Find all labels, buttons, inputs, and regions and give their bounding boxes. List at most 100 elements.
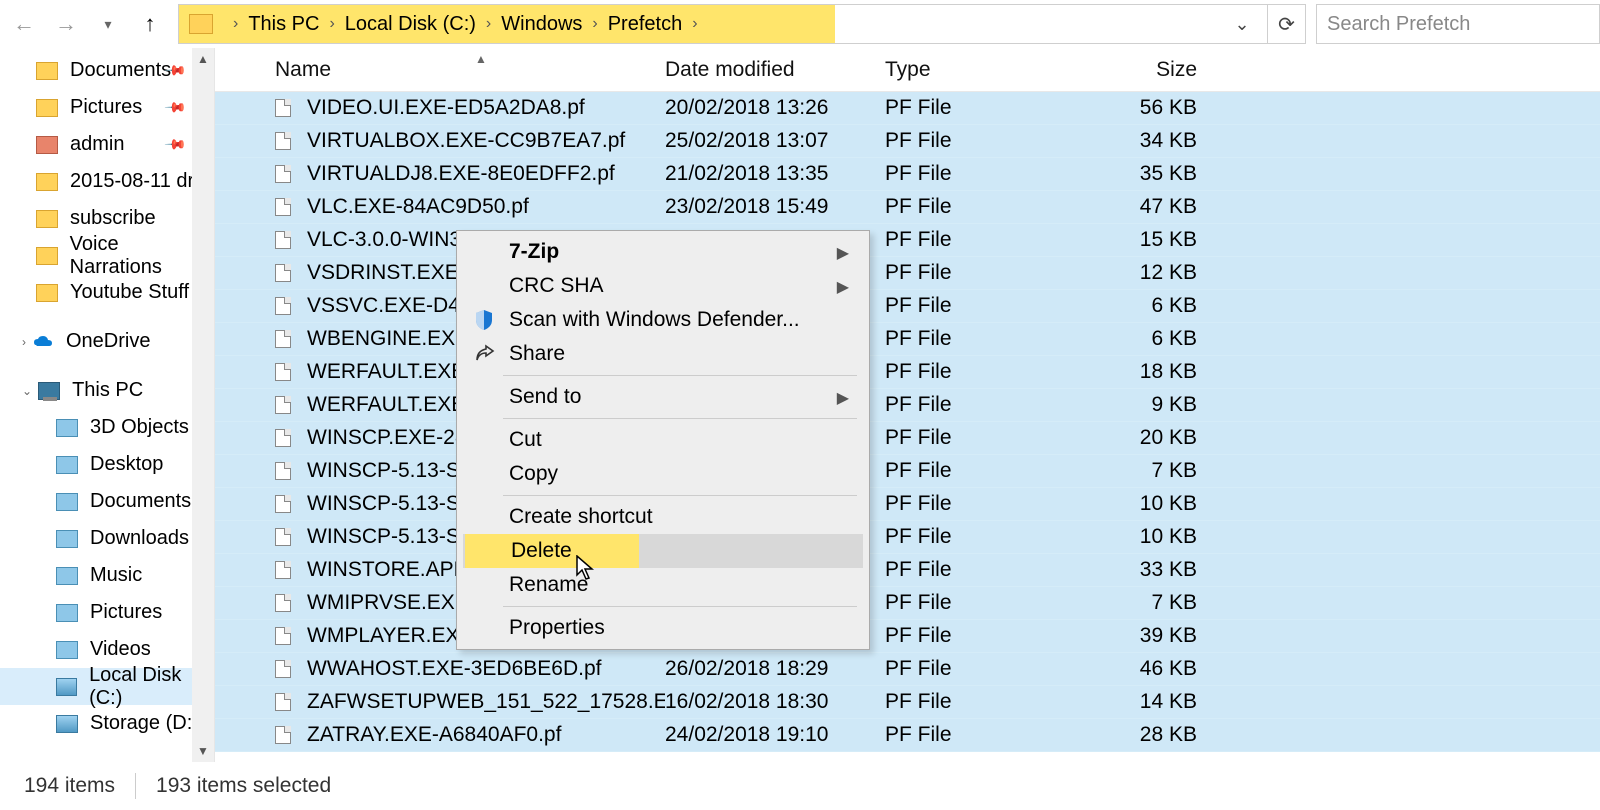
sidebar-onedrive[interactable]: ›OneDrive [0, 323, 214, 360]
column-name[interactable]: Name ▲ [215, 58, 665, 82]
sidebar-item-music[interactable]: Music [0, 557, 214, 594]
folder-icon [36, 247, 58, 265]
file-icon [275, 660, 291, 678]
file-name: VIRTUALDJ8.EXE-8E0EDFF2.pf [307, 162, 615, 186]
sort-indicator-icon: ▲ [475, 52, 487, 66]
scroll-up-icon[interactable]: ▲ [197, 48, 209, 70]
sidebar-item-3d-objects[interactable]: 3D Objects [0, 409, 214, 446]
table-row[interactable]: ZAFWSETUPWEB_151_522_17528.EX-AC23E27F..… [215, 686, 1600, 719]
library-folder-icon [56, 530, 78, 548]
back-button[interactable]: ← [6, 6, 42, 42]
table-row[interactable]: ZATRAY.EXE-A6840AF0.pf24/02/2018 19:10PF… [215, 719, 1600, 752]
column-type[interactable]: Type [875, 58, 1075, 82]
sidebar-item-documents[interactable]: Documents [0, 483, 214, 520]
chevron-right-icon[interactable]: › [692, 15, 697, 33]
table-row[interactable]: VIRTUALDJ8.EXE-8E0EDFF2.pf21/02/2018 13:… [215, 158, 1600, 191]
search-input[interactable]: Search Prefetch [1316, 4, 1600, 44]
menu-item-rename[interactable]: Rename [463, 568, 863, 602]
chevron-right-icon[interactable]: › [592, 15, 597, 33]
sidebar-item-videos[interactable]: Videos [0, 631, 214, 668]
file-type: PF File [875, 525, 1075, 549]
menu-item-delete-highlight[interactable]: Delete [465, 534, 639, 568]
column-size[interactable]: Size [1075, 58, 1215, 82]
menu-item-7-zip[interactable]: 7-Zip▶ [463, 235, 863, 269]
context-menu: 7-Zip▶CRC SHA▶Scan with Windows Defender… [456, 230, 870, 650]
sidebar-item-pictures[interactable]: Pictures📌 [0, 89, 214, 126]
file-type: PF File [875, 162, 1075, 186]
table-row[interactable]: WINSCP.EXE-28ACPF File20 KB [215, 422, 1600, 455]
user-folder-icon [36, 136, 58, 154]
sidebar-item-admin[interactable]: admin📌 [0, 126, 214, 163]
sidebar-scrollbar[interactable]: ▲ ▼ [192, 48, 214, 762]
file-type: PF File [875, 360, 1075, 384]
toolbar: ← → ▾ ↑ › This PC › Local Disk (C:) › Wi… [0, 0, 1600, 48]
chevron-right-icon[interactable]: › [486, 15, 491, 33]
menu-item-crc-sha[interactable]: CRC SHA▶ [463, 269, 863, 303]
refresh-button[interactable]: ⟳ [1268, 4, 1306, 44]
file-size: 7 KB [1075, 591, 1215, 615]
menu-item-create-shortcut[interactable]: Create shortcut [463, 500, 863, 534]
menu-item-cut[interactable]: Cut [463, 423, 863, 457]
table-row[interactable]: WINSCP-5.13-SETPF File10 KB [215, 521, 1600, 554]
status-item-count: 194 items [24, 774, 115, 798]
sidebar-item-desktop[interactable]: Desktop [0, 446, 214, 483]
file-type: PF File [875, 195, 1075, 219]
table-row[interactable]: WBENGINE.EXE-BPF File6 KB [215, 323, 1600, 356]
history-dropdown[interactable]: ▾ [90, 6, 126, 42]
table-row[interactable]: VSDRINST.EXE-43PF File12 KB [215, 257, 1600, 290]
file-type: PF File [875, 492, 1075, 516]
file-size: 28 KB [1075, 723, 1215, 747]
table-row[interactable]: WERFAULT.EXE-72PF File18 KB [215, 356, 1600, 389]
table-row[interactable]: WWAHOST.EXE-3ED6BE6D.pf26/02/2018 18:29P… [215, 653, 1600, 686]
folder-icon [189, 14, 213, 34]
breadcrumb-windows[interactable]: Windows [501, 13, 582, 36]
column-date[interactable]: Date modified [665, 58, 875, 82]
table-row[interactable]: WINSCP-5.13-SETPF File10 KB [215, 488, 1600, 521]
sidebar-drive-1[interactable]: Storage (D:) [0, 705, 214, 742]
file-icon [275, 198, 291, 216]
library-folder-icon [56, 567, 78, 585]
menu-item-copy[interactable]: Copy [463, 457, 863, 491]
sidebar-item-youtube-stuff[interactable]: Youtube Stuff [0, 274, 214, 311]
up-button[interactable]: ↑ [132, 6, 168, 42]
sidebar-item-voice-narrations[interactable]: Voice Narrations [0, 237, 214, 274]
sidebar-drive-0[interactable]: Local Disk (C:) [0, 668, 214, 705]
table-row[interactable]: VIDEO.UI.EXE-ED5A2DA8.pf20/02/2018 13:26… [215, 92, 1600, 125]
forward-button[interactable]: → [48, 6, 84, 42]
table-row[interactable]: WINSCP-5.13-SETPF File7 KB [215, 455, 1600, 488]
folder-icon [36, 62, 58, 80]
scroll-down-icon[interactable]: ▼ [197, 740, 209, 762]
breadcrumb-this-pc[interactable]: This PC [248, 13, 319, 36]
table-row[interactable]: WINSTORE.APP.EXPF File33 KB [215, 554, 1600, 587]
table-row[interactable]: VLC.EXE-84AC9D50.pf23/02/2018 15:49PF Fi… [215, 191, 1600, 224]
address-dropdown[interactable]: ⌄ [1227, 14, 1257, 35]
menu-item-share[interactable]: Share [463, 337, 863, 371]
menu-item-delete[interactable]: Delete [463, 534, 863, 568]
table-row[interactable]: WMIPRVSE.EXE-8PF File7 KB [215, 587, 1600, 620]
breadcrumb-prefetch[interactable]: Prefetch [608, 13, 682, 36]
chevron-right-icon[interactable]: › [329, 15, 334, 33]
sidebar-this-pc[interactable]: ⌄This PC [0, 372, 214, 409]
sidebar-item-pictures[interactable]: Pictures [0, 594, 214, 631]
menu-item-send-to[interactable]: Send to▶ [463, 380, 863, 414]
table-row[interactable]: VLC-3.0.0-WIN32.PF File15 KB [215, 224, 1600, 257]
address-bar[interactable]: › This PC › Local Disk (C:) › Windows › … [178, 4, 1268, 44]
menu-item-scan-with-windows-defender-[interactable]: Scan with Windows Defender... [463, 303, 863, 337]
menu-item-properties[interactable]: Properties [463, 611, 863, 645]
sidebar-item-2015-08-11-dr[interactable]: 2015-08-11 dr [0, 163, 214, 200]
table-row[interactable]: WERFAULT.EXE-C3PF File9 KB [215, 389, 1600, 422]
file-icon [275, 429, 291, 447]
file-icon [275, 726, 291, 744]
table-row[interactable]: VSSVC.EXE-D44DPF File6 KB [215, 290, 1600, 323]
breadcrumb-local-disk[interactable]: Local Disk (C:) [345, 13, 476, 36]
sidebar-item-documents[interactable]: Documents📌 [0, 52, 214, 89]
chevron-right-icon[interactable]: › [233, 15, 238, 33]
submenu-arrow-icon: ▶ [781, 243, 849, 263]
file-date: 25/02/2018 13:07 [665, 129, 875, 153]
table-row[interactable]: VIRTUALBOX.EXE-CC9B7EA7.pf25/02/2018 13:… [215, 125, 1600, 158]
shield-icon [471, 307, 497, 333]
sidebar-item-subscribe[interactable]: subscribe [0, 200, 214, 237]
table-row[interactable]: WMPLAYER.EXE-7PF File39 KB [215, 620, 1600, 653]
folder-icon [36, 210, 58, 228]
sidebar-item-downloads[interactable]: Downloads [0, 520, 214, 557]
